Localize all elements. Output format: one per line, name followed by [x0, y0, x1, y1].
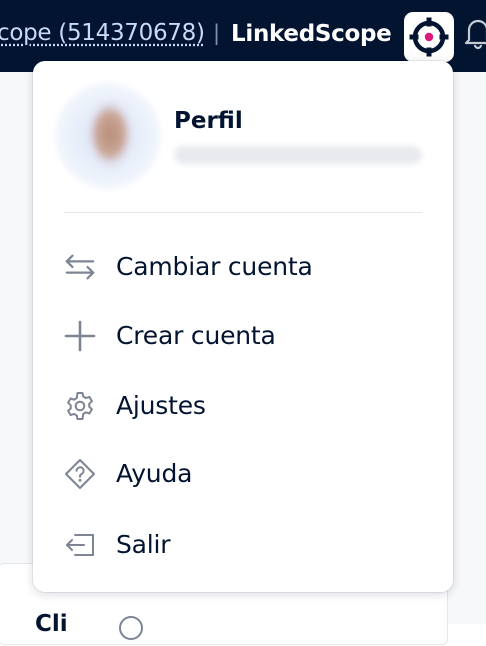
- menu-item-label: Salir: [116, 530, 171, 559]
- help-diamond-icon: [64, 458, 96, 490]
- switch-arrows-icon: [64, 251, 96, 283]
- brand-name: LinkedScope: [231, 21, 392, 47]
- crosshair-target-icon: [409, 17, 449, 57]
- profile-menu-button[interactable]: [404, 12, 454, 62]
- separator: |: [213, 21, 221, 45]
- menu-item-label: Ajustes: [116, 391, 206, 420]
- menu-item-help[interactable]: Ayuda: [33, 445, 453, 501]
- menu-item-label: Ayuda: [116, 459, 193, 488]
- menu-item-create-account[interactable]: Crear cuenta: [33, 307, 453, 363]
- divider: [64, 212, 422, 213]
- menu-item-logout[interactable]: Salir: [33, 516, 453, 572]
- account-link[interactable]: cope (514370678): [0, 20, 205, 46]
- bell-icon[interactable]: [463, 16, 486, 54]
- menu-item-switch-account[interactable]: Cambiar cuenta: [33, 238, 453, 294]
- section-heading: Cli: [35, 611, 68, 637]
- menu-item-label: Crear cuenta: [116, 321, 276, 350]
- avatar[interactable]: [55, 83, 161, 189]
- profile-dropdown-menu: Perfil Cambiar cuenta Crear cuenta Ajust…: [33, 61, 453, 592]
- gear-icon: [64, 390, 96, 422]
- plus-icon: [64, 320, 96, 352]
- profile-email-blurred: [174, 146, 422, 164]
- info-icon[interactable]: [117, 614, 145, 646]
- profile-title[interactable]: Perfil: [174, 108, 243, 134]
- logout-icon: [64, 529, 96, 561]
- menu-item-label: Cambiar cuenta: [116, 252, 313, 281]
- menu-item-settings[interactable]: Ajustes: [33, 377, 453, 433]
